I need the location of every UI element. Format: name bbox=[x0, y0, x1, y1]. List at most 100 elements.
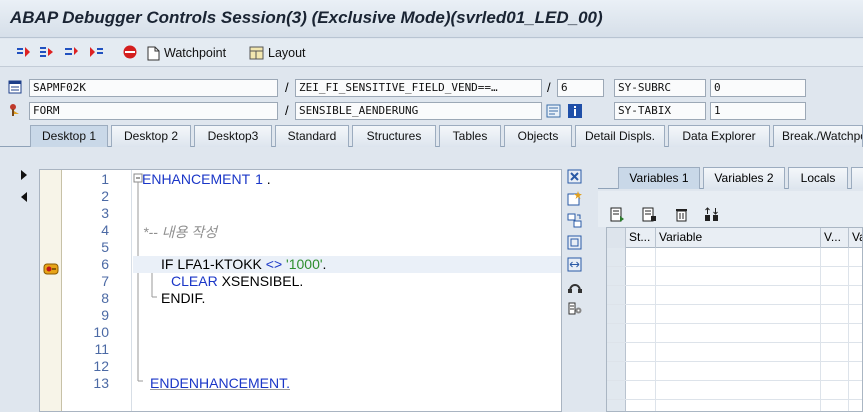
line-field[interactable]: 6 bbox=[557, 79, 604, 97]
row-selector[interactable] bbox=[607, 324, 626, 342]
table-cell[interactable] bbox=[656, 305, 821, 323]
tab-break-watchpoints[interactable]: Break./Watchpoi bbox=[773, 125, 863, 147]
table-cell[interactable] bbox=[626, 381, 656, 399]
table-cell[interactable] bbox=[821, 400, 849, 411]
table-row[interactable] bbox=[607, 267, 862, 286]
stop-icon[interactable] bbox=[122, 45, 138, 59]
sysvar2-name-field[interactable]: SY-TABIX bbox=[614, 102, 706, 120]
tab-desktop-3[interactable]: Desktop3 bbox=[194, 125, 272, 147]
table-cell[interactable] bbox=[821, 286, 849, 304]
table-cell[interactable] bbox=[821, 362, 849, 380]
event-type-field[interactable]: FORM bbox=[29, 102, 278, 120]
row-selector[interactable] bbox=[607, 248, 626, 266]
row-selector[interactable] bbox=[607, 286, 626, 304]
column-header-variable[interactable]: Variable bbox=[656, 228, 821, 248]
source-code-editor[interactable]: 1 2 3 4 5 6 7 8 9 10 11 12 13 ENHANCEMEN… bbox=[39, 169, 562, 412]
sysvar2-value-field[interactable]: 1 bbox=[710, 102, 806, 120]
layout-button[interactable]: Layout bbox=[249, 44, 306, 62]
services-tool-icon[interactable] bbox=[567, 279, 583, 294]
tab-desktop-1[interactable]: Desktop 1 bbox=[30, 125, 108, 148]
display-details-icon[interactable] bbox=[610, 207, 625, 222]
table-cell[interactable] bbox=[821, 381, 849, 399]
tab-desktop-2[interactable]: Desktop 2 bbox=[111, 125, 191, 147]
watchpoint-button[interactable]: Watchpoint bbox=[147, 44, 226, 62]
table-cell[interactable] bbox=[656, 400, 821, 411]
sysvar1-name-field[interactable]: SY-SUBRC bbox=[614, 79, 706, 97]
tab-structures[interactable]: Structures bbox=[352, 125, 436, 147]
table-cell[interactable] bbox=[656, 324, 821, 342]
select-all-cell[interactable] bbox=[607, 228, 626, 248]
table-cell[interactable] bbox=[626, 248, 656, 266]
event-name-field[interactable]: SENSIBLE_AENDERUNG bbox=[295, 102, 542, 120]
code-area[interactable]: ENHANCEMENT 1 . *-- 내용 작성 IF LFA1-KTOKK <… bbox=[133, 170, 561, 411]
expand-right-icon[interactable] bbox=[20, 170, 28, 180]
table-cell[interactable] bbox=[656, 381, 821, 399]
column-header-value-2[interactable]: Va bbox=[849, 228, 862, 248]
continue-icon[interactable] bbox=[88, 45, 104, 59]
row-selector[interactable] bbox=[607, 381, 626, 399]
table-cell[interactable] bbox=[656, 362, 821, 380]
desktop-area: 1 2 3 4 5 6 7 8 9 10 11 12 13 ENHANCEMEN… bbox=[0, 147, 863, 412]
table-cell[interactable] bbox=[821, 248, 849, 266]
table-cell[interactable] bbox=[626, 267, 656, 285]
table-row[interactable] bbox=[607, 362, 862, 381]
table-cell[interactable] bbox=[821, 267, 849, 285]
table-cell[interactable] bbox=[656, 343, 821, 361]
table-cell[interactable] bbox=[626, 324, 656, 342]
column-header-value[interactable]: V... bbox=[821, 228, 849, 248]
column-header-status[interactable]: St... bbox=[626, 228, 656, 248]
swap-tool-icon[interactable] bbox=[567, 213, 583, 228]
variables-table[interactable]: St... Variable V... Va bbox=[606, 227, 863, 412]
table-row[interactable] bbox=[607, 286, 862, 305]
table-row[interactable] bbox=[607, 305, 862, 324]
change-value-icon[interactable] bbox=[642, 207, 657, 222]
table-cell[interactable] bbox=[821, 305, 849, 323]
table-cell[interactable] bbox=[626, 343, 656, 361]
table-cell[interactable] bbox=[656, 286, 821, 304]
include-field[interactable]: ZEI_FI_SENSITIVE_FIELD_VEND==… bbox=[295, 79, 542, 97]
collapse-left-icon[interactable] bbox=[20, 192, 28, 202]
table-cell[interactable] bbox=[821, 324, 849, 342]
execute-icon[interactable] bbox=[39, 45, 55, 59]
table-row[interactable] bbox=[607, 400, 862, 411]
table-cell[interactable] bbox=[626, 362, 656, 380]
table-cell[interactable] bbox=[821, 343, 849, 361]
tab-detail-displs[interactable]: Detail Displs. bbox=[575, 125, 665, 147]
table-row[interactable] bbox=[607, 381, 862, 400]
tab-tables[interactable]: Tables bbox=[439, 125, 501, 147]
return-icon[interactable] bbox=[64, 45, 80, 59]
table-cell[interactable] bbox=[656, 248, 821, 266]
close-tool-icon[interactable] bbox=[567, 169, 583, 184]
tab-variables-1[interactable]: Variables 1 bbox=[618, 167, 700, 189]
step-into-icon[interactable] bbox=[16, 45, 32, 59]
table-cell[interactable] bbox=[626, 400, 656, 411]
tab-data-explorer[interactable]: Data Explorer bbox=[668, 125, 770, 147]
sysvar1-value-field[interactable]: 0 bbox=[710, 79, 806, 97]
table-cell[interactable] bbox=[626, 305, 656, 323]
new-tool-icon[interactable] bbox=[567, 191, 583, 206]
delete-icon[interactable] bbox=[674, 207, 689, 222]
row-selector[interactable] bbox=[607, 343, 626, 361]
source-display-icon[interactable] bbox=[546, 104, 561, 118]
tab-objects[interactable]: Objects bbox=[504, 125, 572, 147]
info-icon[interactable] bbox=[568, 104, 582, 118]
row-selector[interactable] bbox=[607, 267, 626, 285]
table-row[interactable] bbox=[607, 324, 862, 343]
table-cell[interactable] bbox=[626, 286, 656, 304]
sort-icon[interactable] bbox=[704, 207, 719, 222]
table-row[interactable] bbox=[607, 343, 862, 362]
tab-locals[interactable]: Locals bbox=[788, 167, 848, 189]
breakpoint-gutter[interactable] bbox=[40, 170, 62, 411]
maximize-tool-icon[interactable] bbox=[567, 235, 583, 250]
row-selector[interactable] bbox=[607, 400, 626, 411]
settings-tool-icon[interactable] bbox=[567, 301, 583, 316]
table-cell[interactable] bbox=[656, 267, 821, 285]
expand-width-icon[interactable] bbox=[567, 257, 583, 272]
program-field[interactable]: SAPMF02K bbox=[29, 79, 278, 97]
tab-overflow[interactable] bbox=[851, 167, 863, 189]
tab-variables-2[interactable]: Variables 2 bbox=[703, 167, 785, 189]
table-row[interactable] bbox=[607, 248, 862, 267]
tab-standard[interactable]: Standard bbox=[275, 125, 349, 147]
row-selector[interactable] bbox=[607, 305, 626, 323]
row-selector[interactable] bbox=[607, 362, 626, 380]
